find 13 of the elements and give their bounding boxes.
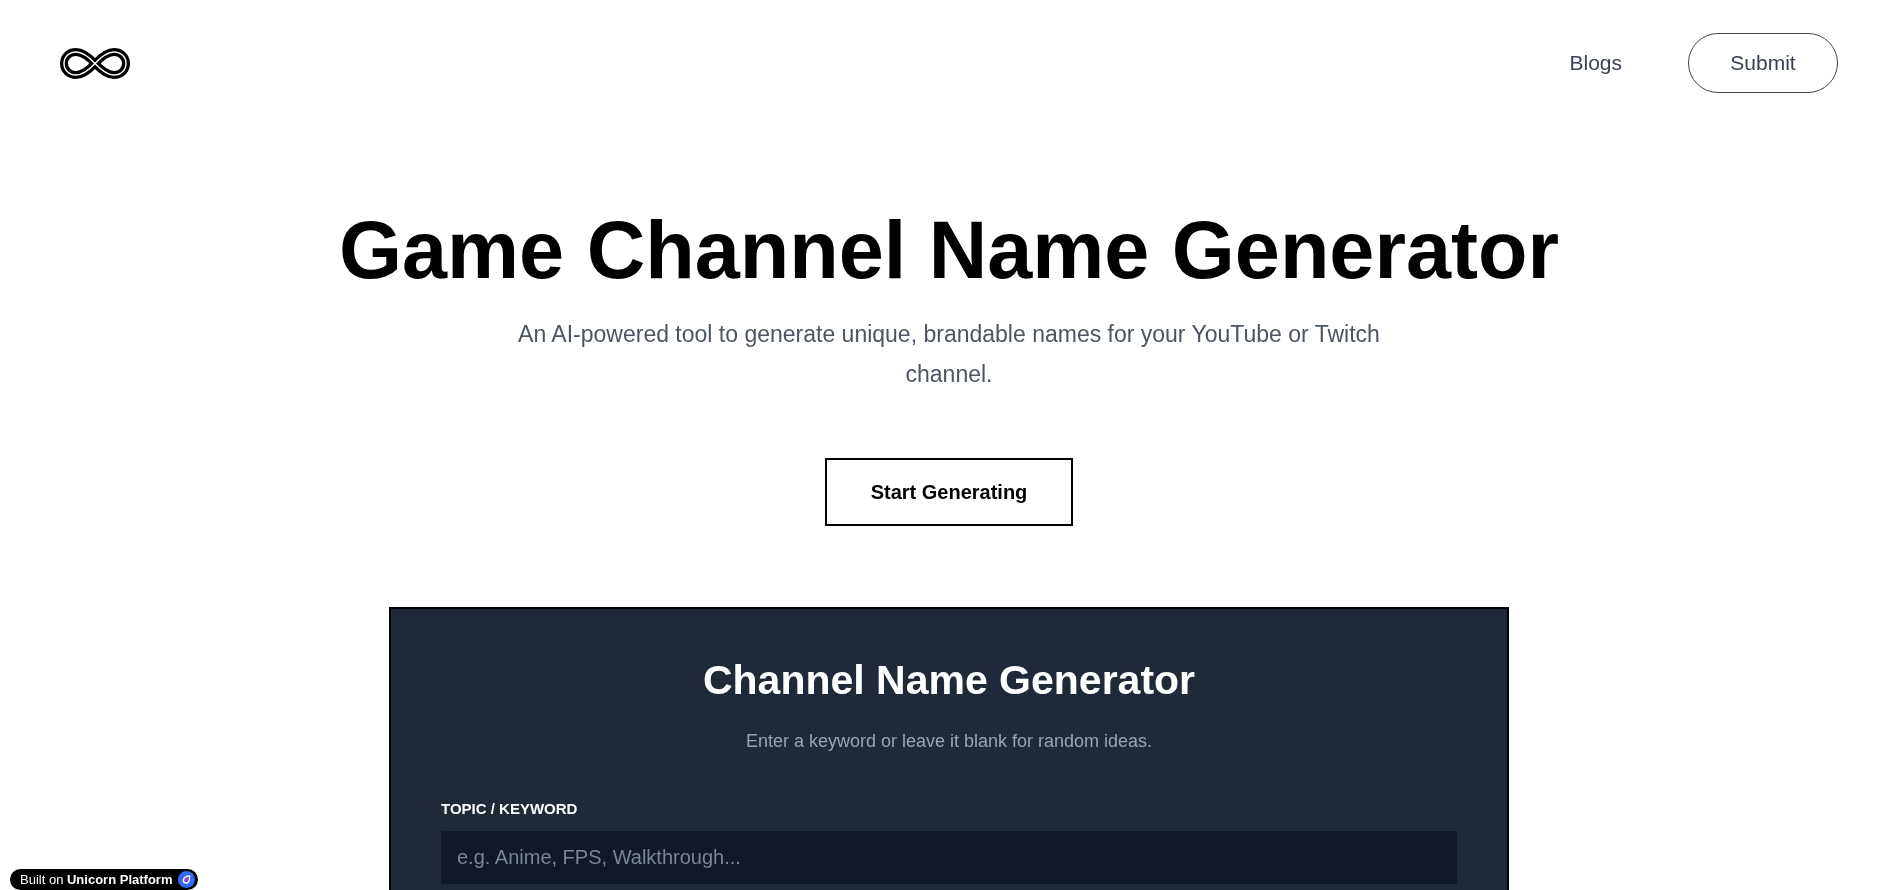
badge-label: Built on Unicorn Platform [20,871,173,888]
drop-icon [178,871,196,888]
start-generating-button[interactable]: Start Generating [825,458,1073,526]
nav-link[interactable]: Blogs [1569,49,1622,77]
card-subtitle: Enter a keyword or leave it blank for random ideas. [745,730,1153,753]
card-title: Channel Name Generator [702,656,1196,705]
submit-button[interactable]: Submit [1688,33,1838,93]
field-label: TOPIC / KEYWORD [441,799,578,819]
topic-field[interactable]: e.g. Anime, FPS, Walkthrough... [441,831,1457,884]
page-title: Game Channel Name Generator [339,210,1559,291]
page-subtitle: An AI-powered tool to generate unique, brandable names for your YouTube or Twitch channel. [517,320,1381,389]
built-on-badge[interactable]: Built on Unicorn Platform [10,869,199,890]
logo-icon[interactable] [60,47,130,79]
